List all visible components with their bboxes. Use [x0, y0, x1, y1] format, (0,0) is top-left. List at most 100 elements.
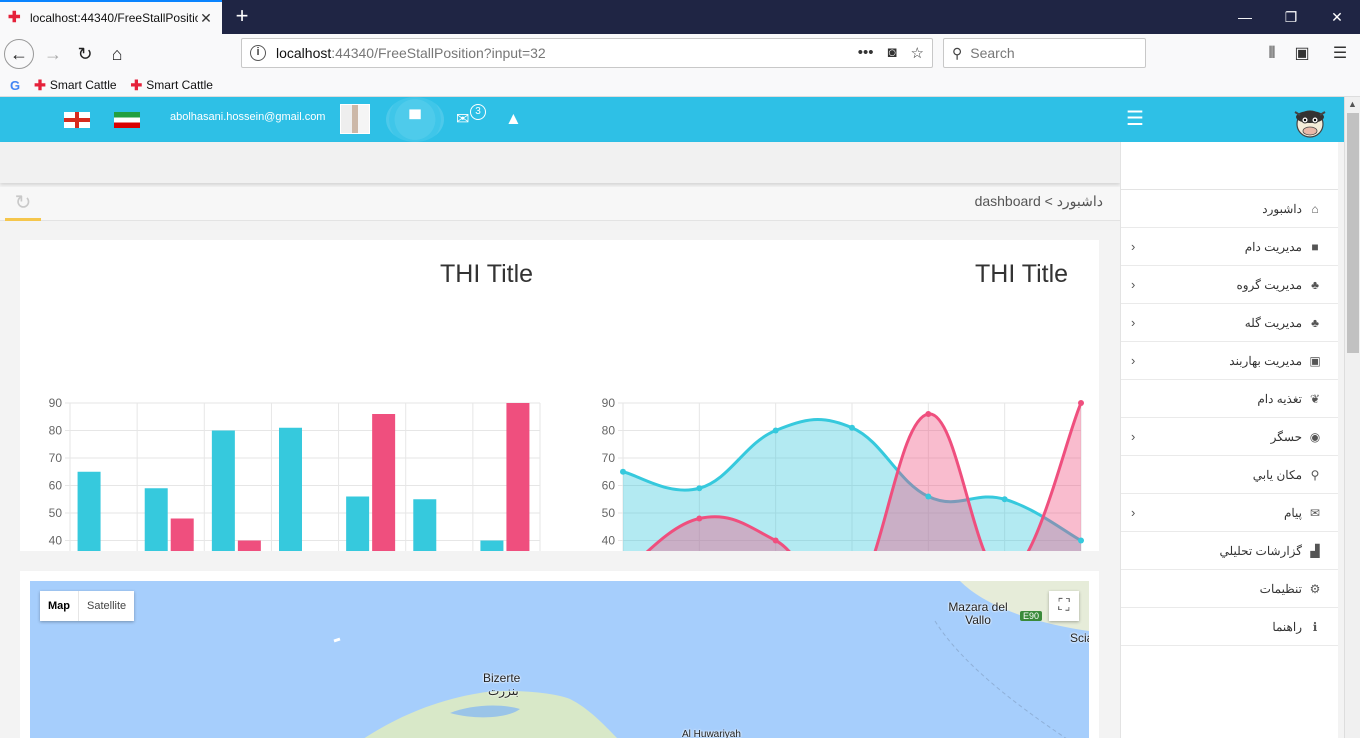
y-tick-label: 40 — [602, 534, 616, 548]
bar — [211, 430, 235, 551]
map-type-satellite-button[interactable]: Satellite — [79, 591, 134, 621]
bookmark-item[interactable]: ✚ Smart Cattle — [131, 77, 213, 94]
y-tick-label: 90 — [602, 396, 616, 410]
sidebar-item[interactable]: › مدیریت بهاربند ▣ — [1121, 342, 1338, 380]
y-tick-label: 70 — [602, 451, 616, 465]
sidebar-item-label: راهنما — [1272, 619, 1302, 634]
sidebar-item[interactable]: › حسگر ◉ — [1121, 418, 1338, 456]
sidebar-item[interactable]: › مدیریت دام ■ — [1121, 228, 1338, 266]
search-icon: ⚲ — [952, 44, 963, 61]
hamburger-menu-icon[interactable]: ☰ — [1328, 42, 1352, 66]
map-type-map-button[interactable]: Map — [40, 591, 79, 621]
map-land-shape — [333, 581, 1089, 738]
browser-nav-bar: ← → ↻ ⌂ i localhost:44340/FreeStallPosit… — [0, 34, 1360, 74]
chevron-right-icon: › — [1131, 429, 1136, 444]
sidebar-item[interactable]: › پیام ✉ — [1121, 494, 1338, 532]
info-icon: ℹ — [1312, 619, 1318, 634]
map-place-label: Al Huwariyah — [682, 729, 741, 738]
data-point — [849, 424, 855, 431]
area-chart-icon: ▟ — [1310, 543, 1320, 558]
bar — [480, 540, 504, 551]
envelope-icon: ✉ — [1309, 505, 1321, 520]
sitemap-icon: ♣ — [1311, 277, 1319, 292]
new-tab-button[interactable]: + — [230, 3, 254, 31]
restore-window-button[interactable]: ❐ — [1268, 0, 1314, 34]
app-top-bar: abolhasani.hossein@gmail.com ▀ ✉ 3 ▲ ☰ — [0, 97, 1344, 142]
barn-icon: ▣ — [1309, 353, 1321, 368]
data-point — [1078, 400, 1084, 406]
map-place-label: بنزرت — [488, 684, 519, 698]
sidebar-item-label: داشبورد — [1262, 201, 1302, 216]
map-place-label: Mazara del Vallo — [948, 600, 1008, 627]
y-tick-label: 40 — [49, 534, 63, 548]
bar — [413, 499, 437, 551]
sidebar-item-label: مکان يابي — [1252, 467, 1302, 482]
google-icon[interactable]: G — [10, 78, 20, 93]
english-flag-icon[interactable] — [64, 112, 90, 128]
y-tick-label: 70 — [49, 451, 63, 465]
back-button[interactable]: ← — [4, 39, 34, 69]
sitemap-icon: ♣ — [1311, 315, 1319, 330]
chevron-right-icon: › — [1131, 505, 1136, 520]
fullscreen-icon[interactable]: ⛶ — [1049, 591, 1079, 621]
pocket-icon[interactable]: ◙ — [887, 44, 896, 62]
sidebar-item[interactable]: تغذیه دام ❦ — [1121, 380, 1338, 418]
data-point — [925, 493, 932, 500]
y-tick-label: 80 — [602, 424, 616, 438]
menu-toggle-icon[interactable]: ☰ — [1126, 109, 1146, 129]
close-tab-icon[interactable]: ✕ — [198, 10, 214, 27]
road-badge: E90 — [1020, 611, 1043, 621]
sidebar-item[interactable]: داشبورد ⌂ — [1121, 190, 1338, 228]
mail-count-badge: 3 — [470, 104, 486, 120]
address-bar[interactable]: i localhost:44340/FreeStallPosition?inpu… — [241, 38, 933, 68]
sidebar-item[interactable]: راهنما ℹ — [1121, 608, 1338, 646]
cow-logo-icon — [1294, 110, 1326, 138]
breadcrumb[interactable]: dashboard < داشبورد — [975, 193, 1103, 210]
map-marker-icon: ⚲ — [1310, 467, 1320, 482]
leaf-icon: ❦ — [1309, 391, 1321, 406]
bookmark-item[interactable]: ✚ Smart Cattle — [34, 77, 116, 94]
breadcrumb-bar: ↻ dashboard < داشبورد — [0, 187, 1120, 221]
sidebar-item-label: مدیریت بهاربند — [1229, 353, 1302, 368]
browser-tab-strip: ✚ localhost:44340/FreeStallPositio ✕ + —… — [0, 0, 1360, 34]
library-icon[interactable]: ⫴ — [1260, 42, 1284, 66]
tab-title: localhost:44340/FreeStallPositio — [30, 11, 198, 25]
search-input[interactable]: ⚲ Search — [943, 38, 1146, 68]
minimize-window-button[interactable]: — — [1222, 0, 1268, 34]
sidebar-item[interactable]: گزارشات تحلیلي ▟ — [1121, 532, 1338, 570]
scroll-up-icon[interactable]: ▲ — [1345, 97, 1360, 111]
avatar[interactable] — [340, 104, 370, 134]
chat-icon[interactable]: ▀ — [386, 97, 444, 142]
browser-tab[interactable]: ✚ localhost:44340/FreeStallPositio ✕ — [0, 0, 222, 34]
home-button[interactable]: ⌂ — [102, 39, 132, 69]
sidebar-toggle-icon[interactable]: ▣ — [1290, 42, 1314, 66]
data-point — [620, 468, 626, 475]
close-window-button[interactable]: ✕ — [1314, 0, 1360, 34]
map-type-toggle: Map Satellite — [40, 591, 135, 621]
scrollbar-thumb[interactable] — [1347, 113, 1359, 353]
sidebar-item-label: مدیریت گله — [1244, 315, 1302, 330]
bar-chart: 102030405060708090JanuaryFebruaryMarchAp… — [49, 396, 541, 551]
map-place-label: Scia — [1070, 631, 1089, 645]
bookmark-favicon-icon: ✚ — [34, 76, 46, 93]
forward-button[interactable]: → — [38, 39, 68, 69]
map-view[interactable]: Map Satellite ⛶ Bizerte بنزرت Mazara del… — [30, 581, 1089, 738]
reload-button[interactable]: ↻ — [70, 39, 100, 69]
refresh-icon[interactable]: ↻ — [5, 187, 41, 221]
sidebar-item[interactable]: مکان يابي ⚲ — [1121, 456, 1338, 494]
sidebar-item[interactable]: › مدیریت گروه ♣ — [1121, 266, 1338, 304]
sidebar-item[interactable]: › مدیریت گله ♣ — [1121, 304, 1338, 342]
warning-icon[interactable]: ▲ — [505, 109, 522, 129]
square-icon: ■ — [1311, 239, 1319, 254]
page-actions-icon[interactable]: ••• — [858, 44, 874, 62]
bar — [170, 518, 194, 551]
bookmark-star-icon[interactable]: ☆ — [911, 44, 924, 62]
bar — [77, 471, 101, 551]
target-icon: ◉ — [1309, 429, 1321, 444]
map-card: Map Satellite ⛶ Bizerte بنزرت Mazara del… — [20, 571, 1099, 738]
iran-flag-icon[interactable] — [114, 112, 140, 128]
sidebar-item[interactable]: تنظیمات ⚙ — [1121, 570, 1338, 608]
bookmarks-bar: G ✚ Smart Cattle ✚ Smart Cattle — [0, 74, 1360, 97]
page-scrollbar[interactable]: ▲ — [1344, 97, 1360, 738]
site-info-icon[interactable]: i — [250, 45, 266, 61]
